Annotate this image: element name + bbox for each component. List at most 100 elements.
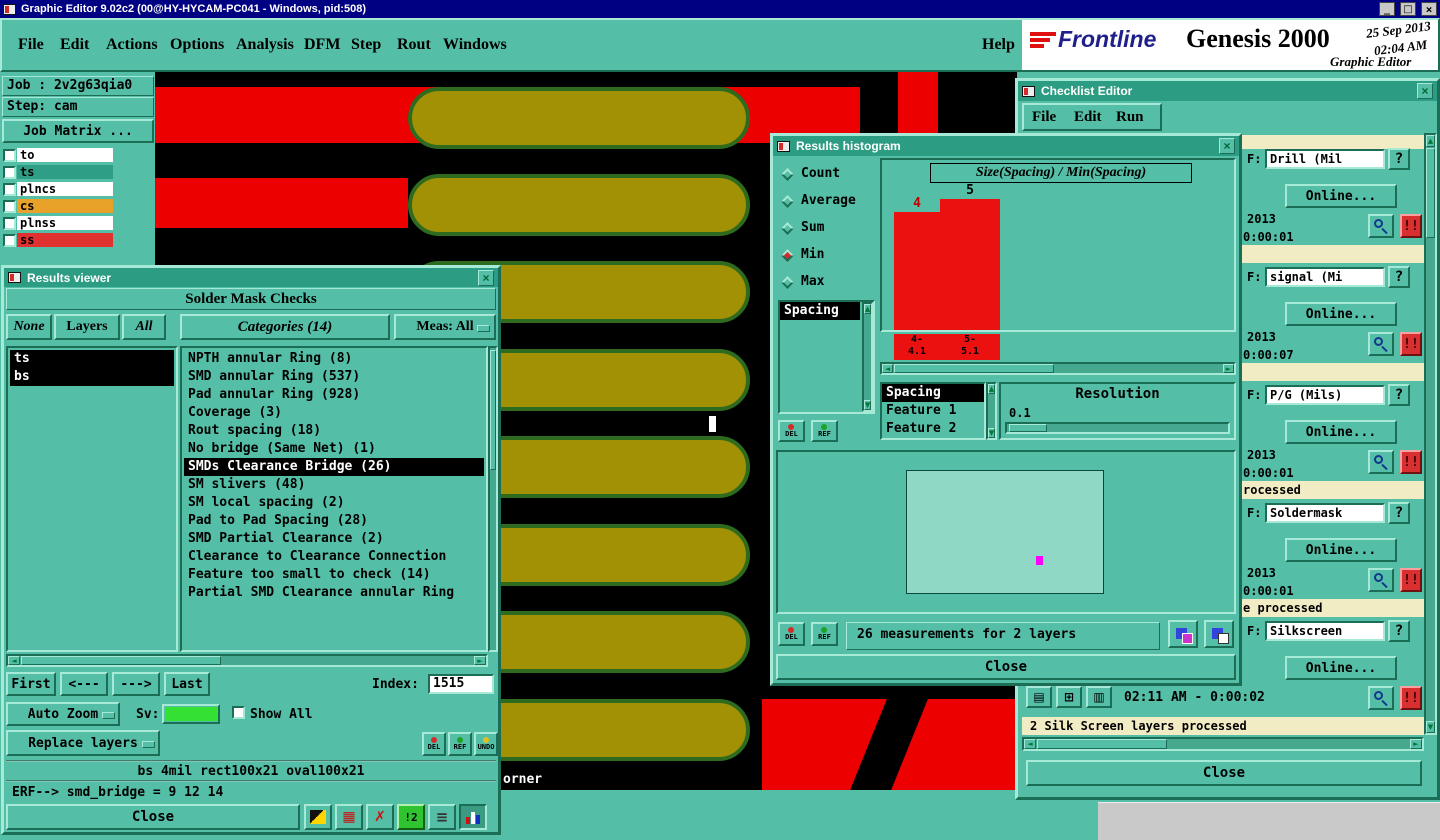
measure-list-item[interactable]: Spacing xyxy=(780,302,860,320)
checklist-titlebar[interactable]: Checklist Editor × xyxy=(1018,81,1437,101)
view-results-button[interactable] xyxy=(1368,214,1394,238)
viewer-layer-list[interactable]: ts bs xyxy=(6,346,178,652)
menu-file[interactable]: File xyxy=(18,36,44,54)
histogram-titlebar[interactable]: Results histogram × xyxy=(773,136,1239,156)
category-item[interactable]: SMD Partial Clearance (2) xyxy=(184,530,484,548)
feature-list-scrollbar[interactable]: ▲ ▼ xyxy=(986,382,997,440)
help-button[interactable]: ? xyxy=(1388,266,1410,288)
scroll-thumb[interactable] xyxy=(1426,148,1435,238)
stat-count-label[interactable]: Count xyxy=(801,166,840,181)
viewer-del-button[interactable]: DEL xyxy=(422,732,446,756)
histogram-del-button[interactable]: DEL xyxy=(778,420,805,442)
category-item[interactable]: Pad to Pad Spacing (28) xyxy=(184,512,484,530)
scroll-right-icon[interactable]: ► xyxy=(1410,739,1422,749)
stat-average-label[interactable]: Average xyxy=(801,193,856,208)
measure-tool-button[interactable] xyxy=(304,804,332,830)
auto-zoom-dropdown[interactable]: Auto Zoom xyxy=(6,702,120,726)
scroll-thumb[interactable] xyxy=(490,350,496,470)
export-layer-button[interactable] xyxy=(1204,620,1234,648)
view-results-button[interactable] xyxy=(1368,332,1394,356)
job-matrix-button[interactable]: Job Matrix ... xyxy=(2,119,154,143)
scroll-thumb[interactable] xyxy=(894,364,1054,373)
category-item[interactable]: SM slivers (48) xyxy=(184,476,484,494)
scroll-right-icon[interactable]: ► xyxy=(474,656,486,665)
category-item[interactable]: Clearance to Clearance Connection xyxy=(184,548,484,566)
layer-checkbox[interactable] xyxy=(3,217,16,230)
viewer-layer-item[interactable]: ts xyxy=(10,350,174,368)
list-page-button[interactable]: ▥ xyxy=(1086,686,1112,708)
feature-list-item[interactable]: Spacing xyxy=(882,384,984,402)
layer-checkbox[interactable] xyxy=(3,200,16,213)
online-button[interactable]: Online... xyxy=(1285,302,1397,326)
help-button[interactable]: ? xyxy=(1388,502,1410,524)
histogram-close-button[interactable]: Close xyxy=(776,654,1236,680)
close-button[interactable]: × xyxy=(1421,2,1437,16)
categories-vscrollbar[interactable] xyxy=(488,346,498,652)
online-button[interactable]: Online... xyxy=(1285,420,1397,444)
histogram-close-icon[interactable]: × xyxy=(1219,138,1235,154)
scroll-down-icon[interactable]: ▼ xyxy=(988,428,995,438)
scroll-up-icon[interactable]: ▲ xyxy=(1426,135,1435,147)
format-field[interactable]: P/G (Mils) xyxy=(1265,385,1385,405)
viewer-close-icon[interactable]: × xyxy=(478,269,494,286)
category-item[interactable]: NPTH annular Ring (8) xyxy=(184,350,484,368)
layer-name[interactable]: ss xyxy=(17,233,113,247)
scroll-up-icon[interactable]: ▲ xyxy=(864,304,871,314)
chart-hscrollbar[interactable]: ◄ ► xyxy=(880,362,1236,375)
checklist-close-button[interactable]: Close xyxy=(1026,760,1422,786)
layer-name[interactable]: to xyxy=(17,148,113,162)
scroll-thumb[interactable] xyxy=(21,656,221,665)
layer-name[interactable]: plncs xyxy=(17,182,113,196)
menu-analysis[interactable]: Analysis xyxy=(236,36,294,54)
viewer-close-button[interactable]: Close xyxy=(6,804,300,830)
menu-windows[interactable]: Windows xyxy=(443,36,507,54)
radio-sum[interactable] xyxy=(781,222,794,235)
menu-rout[interactable]: Rout xyxy=(397,36,431,54)
step2-tool-button[interactable]: !2 xyxy=(397,804,425,830)
feature-list[interactable]: Spacing Feature 1 Feature 2 xyxy=(880,382,986,440)
viewer-undo-button[interactable]: UNDO xyxy=(474,732,498,756)
layer-row[interactable]: ts xyxy=(0,164,155,180)
scroll-up-icon[interactable]: ▲ xyxy=(988,384,995,394)
report-tool-button[interactable]: ≡ xyxy=(428,804,456,830)
format-field[interactable]: Drill (Mil xyxy=(1265,149,1385,169)
histogram-ref-button[interactable]: REF xyxy=(811,622,838,646)
online-button[interactable]: Online... xyxy=(1285,656,1397,680)
index-input[interactable]: 1515 xyxy=(428,674,494,694)
viewer-layer-item[interactable]: bs xyxy=(10,368,174,386)
category-item[interactable]: Pad annular Ring (928) xyxy=(184,386,484,404)
histogram-del-button[interactable]: DEL xyxy=(778,622,805,646)
layer-name[interactable]: cs xyxy=(17,199,113,213)
grid-page-button[interactable]: ⊞ xyxy=(1056,686,1082,708)
meas-dropdown[interactable]: Meas: All xyxy=(394,314,496,340)
menu-edit[interactable]: Edit xyxy=(60,36,89,54)
show-all-checkbox[interactable] xyxy=(232,706,245,719)
grid-tool-button[interactable]: ▦ xyxy=(335,804,363,830)
scroll-right-icon[interactable]: ► xyxy=(1223,364,1234,373)
histogram-bar[interactable] xyxy=(940,199,1000,330)
layer-row[interactable]: ss xyxy=(0,232,155,248)
category-item-selected[interactable]: SMDs Clearance Bridge (26) xyxy=(184,458,484,476)
menu-step[interactable]: Step xyxy=(351,36,381,54)
send-to-layer-button[interactable] xyxy=(1168,620,1198,648)
layer-checkbox[interactable] xyxy=(3,234,16,247)
scroll-left-icon[interactable]: ◄ xyxy=(1024,739,1036,749)
checklist-vscrollbar[interactable]: ▲ ▼ xyxy=(1424,133,1437,735)
layer-checkbox[interactable] xyxy=(3,149,16,162)
category-item[interactable]: SMD annular Ring (537) xyxy=(184,368,484,386)
layer-name[interactable]: plnss xyxy=(17,216,113,230)
online-button[interactable]: Online... xyxy=(1285,184,1397,208)
scroll-down-icon[interactable]: ▼ xyxy=(864,400,871,410)
view-results-button[interactable] xyxy=(1368,686,1394,710)
layer-checkbox[interactable] xyxy=(3,183,16,196)
sv-color-swatch[interactable] xyxy=(162,704,220,724)
layer-checkbox[interactable] xyxy=(3,166,16,179)
category-item[interactable]: Feature too small to check (14) xyxy=(184,566,484,584)
viewer-ref-button[interactable]: REF xyxy=(448,732,472,756)
category-item[interactable]: Rout spacing (18) xyxy=(184,422,484,440)
histogram-bar[interactable] xyxy=(894,212,940,330)
help-button[interactable]: ? xyxy=(1388,620,1410,642)
feature-list-item[interactable]: Feature 1 xyxy=(882,402,984,420)
layer-row[interactable]: cs xyxy=(0,198,155,214)
alert-button[interactable]: !! xyxy=(1400,686,1422,710)
